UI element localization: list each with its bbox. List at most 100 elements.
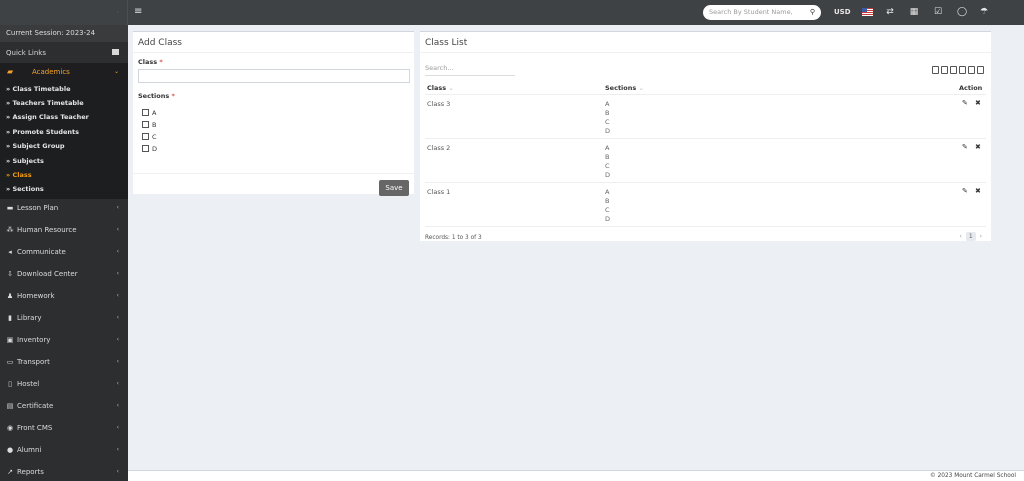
section-cell: D bbox=[605, 127, 611, 135]
sidebar-item-academics[interactable]: ▰ Academics ⌄ bbox=[0, 63, 128, 81]
student-search-input[interactable]: Search By Student Name, ⚲ bbox=[703, 5, 821, 20]
section-cell: A bbox=[605, 144, 610, 152]
csv-icon[interactable] bbox=[950, 66, 957, 74]
class-name-cell: Class 2 bbox=[427, 144, 451, 152]
column-header-action: Action bbox=[959, 84, 983, 92]
pagination-next[interactable]: › bbox=[980, 233, 982, 240]
print-icon[interactable] bbox=[968, 66, 975, 74]
footer: © 2023 Mount Carmel School bbox=[128, 470, 1024, 481]
submenu-subjects[interactable]: » Subjects bbox=[6, 157, 44, 169]
chevron-left-icon: ‹ bbox=[116, 248, 119, 255]
sidebar-item-download-center[interactable]: ⇩ Download Center ‹ bbox=[0, 265, 128, 285]
submenu-class-timetable[interactable]: » Class Timetable bbox=[6, 85, 70, 97]
sidebar-item-inventory[interactable]: ▣ Inventory ‹ bbox=[0, 331, 128, 351]
delete-x-icon[interactable]: ✖ bbox=[975, 143, 981, 151]
whatsapp-icon[interactable]: ◯ bbox=[956, 5, 968, 20]
sidebar-item-homework[interactable]: ♟ Homework ‹ bbox=[0, 287, 128, 307]
section-checkbox-b[interactable]: B bbox=[142, 121, 156, 130]
sidebar-item-label: Download Center bbox=[17, 270, 78, 278]
checkbox-icon[interactable] bbox=[142, 145, 149, 152]
pagination-prev[interactable]: ‹ bbox=[960, 233, 962, 240]
checkbox-icon[interactable] bbox=[142, 121, 149, 128]
sections-label-text: Sections bbox=[138, 92, 170, 100]
column-header-sections-label: Sections bbox=[605, 84, 637, 92]
search-icon[interactable]: ⚲ bbox=[807, 7, 818, 18]
pagination: ‹ 1 › bbox=[960, 232, 982, 241]
sidebar-item-certificate[interactable]: ▤ Certificate ‹ bbox=[0, 397, 128, 417]
swap-icon[interactable]: ⇄ bbox=[884, 5, 896, 20]
edit-pencil-icon[interactable]: ✎ bbox=[962, 143, 968, 151]
row-divider bbox=[425, 182, 986, 183]
class-label-text: Class bbox=[138, 58, 158, 66]
class-name-input[interactable] bbox=[138, 69, 410, 83]
sidebar-item-label: Homework bbox=[17, 292, 55, 300]
sidebar-item-human-resource[interactable]: ⁂ Human Resource ‹ bbox=[0, 221, 128, 241]
chevron-left-icon: ‹ bbox=[116, 468, 119, 475]
globe-icon: ◉ bbox=[6, 424, 14, 432]
delete-x-icon[interactable]: ✖ bbox=[975, 187, 981, 195]
submenu-class[interactable]: » Class bbox=[6, 171, 32, 183]
section-checkbox-c[interactable]: C bbox=[142, 133, 157, 142]
quick-links[interactable]: Quick Links bbox=[0, 45, 128, 62]
sidebar-item-label: Certificate bbox=[17, 402, 54, 410]
sidebar-item-hostel[interactable]: ▯ Hostel ‹ bbox=[0, 375, 128, 395]
checkbox-icon[interactable] bbox=[142, 133, 149, 140]
pdf-icon[interactable] bbox=[959, 66, 966, 74]
logo-area: · bbox=[0, 0, 128, 25]
submenu-promote-students[interactable]: » Promote Students bbox=[6, 128, 79, 140]
edit-pencil-icon[interactable]: ✎ bbox=[962, 99, 968, 107]
sidebar-item-label: Library bbox=[17, 314, 42, 322]
current-session[interactable]: Current Session: 2023-24 bbox=[0, 25, 128, 42]
download-icon: ⇩ bbox=[7, 270, 13, 278]
hamburger-icon[interactable]: ≡ bbox=[134, 6, 142, 18]
chevron-left-icon: ‹ bbox=[116, 446, 119, 453]
column-header-class[interactable]: Class ⌄ bbox=[427, 84, 454, 92]
sidebar-item-library[interactable]: ▮ Library ‹ bbox=[0, 309, 128, 329]
submenu-sections[interactable]: » Sections bbox=[6, 185, 44, 197]
sidebar-item-front-cms[interactable]: ◉ Front CMS ‹ bbox=[0, 419, 128, 439]
section-checkbox-a[interactable]: A bbox=[142, 109, 156, 118]
section-cell: C bbox=[605, 118, 610, 126]
section-option-label: A bbox=[152, 109, 157, 117]
edit-pencil-icon[interactable]: ✎ bbox=[962, 187, 968, 195]
chevron-left-icon: ‹ bbox=[116, 424, 119, 431]
column-header-sections[interactable]: Sections ⌄ bbox=[605, 84, 644, 92]
divider bbox=[133, 173, 414, 174]
excel-icon[interactable] bbox=[941, 66, 948, 74]
copy-icon[interactable] bbox=[932, 66, 939, 74]
sidebar-item-label: Human Resource bbox=[17, 226, 77, 234]
checkbox-icon[interactable] bbox=[142, 109, 149, 116]
sidebar-item-label: Alumni bbox=[17, 446, 42, 454]
currency-selector[interactable]: USD bbox=[834, 5, 851, 20]
book-icon: ▬ bbox=[6, 204, 14, 212]
grid-icon bbox=[112, 49, 119, 55]
delete-x-icon[interactable]: ✖ bbox=[975, 99, 981, 107]
section-cell: D bbox=[605, 215, 611, 223]
required-mark: * bbox=[159, 58, 163, 66]
submenu-teachers-timetable[interactable]: » Teachers Timetable bbox=[6, 99, 84, 111]
task-checkbox-icon[interactable]: ☑ bbox=[932, 5, 944, 20]
pagination-page[interactable]: 1 bbox=[965, 232, 976, 241]
submenu-assign-class-teacher[interactable]: » Assign Class Teacher bbox=[6, 113, 89, 125]
sidebar-item-alumni[interactable]: ● Alumni ‹ bbox=[0, 441, 128, 461]
section-cell: D bbox=[605, 171, 611, 179]
sidebar-item-lesson-plan[interactable]: ▬ Lesson Plan ‹ bbox=[0, 199, 128, 219]
sections-label: Sections * bbox=[138, 92, 175, 100]
submenu-subject-group[interactable]: » Subject Group bbox=[6, 142, 65, 154]
calendar-icon[interactable]: ▦ bbox=[908, 5, 920, 20]
umbrella-icon[interactable]: ☂ bbox=[978, 5, 990, 20]
logo-placeholder-icon: · bbox=[116, 8, 119, 17]
sidebar-item-transport[interactable]: ▭ Transport ‹ bbox=[0, 353, 128, 373]
section-cell: B bbox=[605, 109, 610, 117]
sidebar-item-reports[interactable]: ↗ Reports ‹ bbox=[0, 463, 128, 481]
library-book-icon: ▮ bbox=[8, 314, 12, 322]
us-flag-icon[interactable] bbox=[862, 8, 873, 16]
columns-icon[interactable] bbox=[977, 66, 984, 74]
sidebar-item-communicate[interactable]: ◂ Communicate ‹ bbox=[0, 243, 128, 263]
section-checkbox-d[interactable]: D bbox=[142, 145, 157, 154]
table-search-input[interactable]: Search... bbox=[425, 64, 515, 76]
save-button[interactable]: Save bbox=[379, 180, 409, 196]
bus-icon: ▭ bbox=[6, 358, 14, 366]
chevron-left-icon: ‹ bbox=[116, 270, 119, 277]
section-cell: A bbox=[605, 100, 610, 108]
